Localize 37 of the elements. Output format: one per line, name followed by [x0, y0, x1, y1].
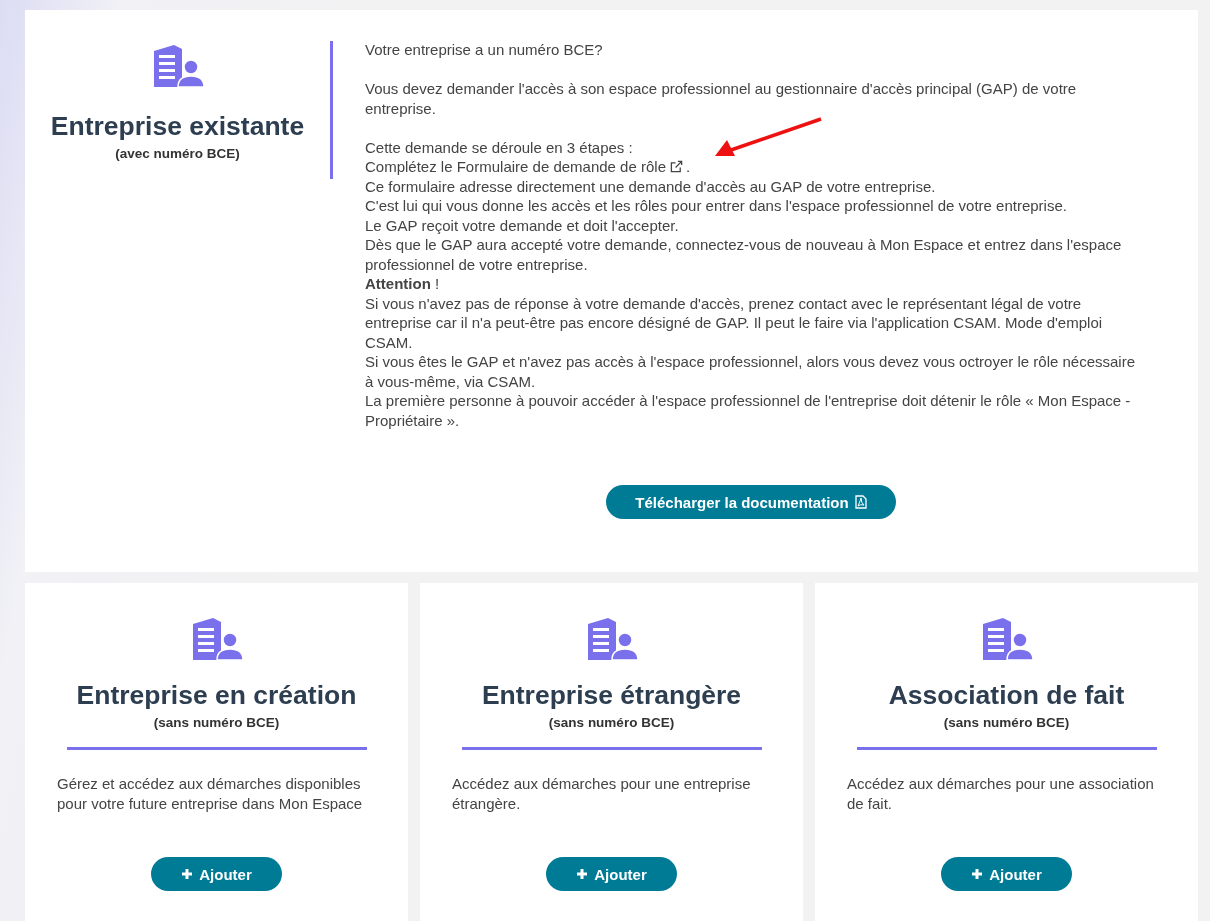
body-line: C'est lui qui vous donne les accès et les rôles pour entrer dans l'espace professionnel de votre entreprise. — [365, 196, 1068, 216]
plus-icon — [971, 868, 984, 880]
body-line: Dès que le GAP aura accepté votre demande, connectez-vous de nouveau à Mon Espace et entrez dans l'espace professionnel de votre entreprise. — [365, 235, 1123, 274]
body-line: La première personne à pouvoir accéder à l'espace professionnel de l'entreprise doit détenir le rôle « Mon Espace - Propriétaire ». — [365, 391, 1132, 430]
card-title: Entreprise étrangère — [481, 680, 742, 711]
period-text: . — [686, 157, 691, 177]
add-button[interactable]: Ajouter — [941, 857, 1072, 891]
body-line: Si vous êtes le GAP et n'avez pas accès à l'espace professionnel, alors vous devez vous octroyer le rôle nécessaire à vous-même, via CSAM. — [365, 352, 1137, 391]
card-subtitle: (avec numéro BCE) — [115, 146, 240, 161]
paragraph-text: Vous devez demander l'accès à son espace professionnel au gestionnaire d'accès principal (GAP) de votre entreprise. — [365, 79, 1078, 118]
plus-icon — [576, 868, 589, 880]
add-button[interactable]: Ajouter — [151, 857, 282, 891]
card-description: Accédez aux démarches pour une association de fait. — [846, 774, 1155, 814]
steps-heading: Cette demande se déroule en 3 étapes : — [365, 137, 634, 157]
question-text: Votre entreprise a un numéro BCE? — [365, 40, 604, 60]
building-person-icon — [151, 43, 204, 89]
external-link-icon[interactable] — [670, 160, 683, 174]
card-subtitle: (sans numéro BCE) — [548, 715, 675, 730]
add-button[interactable]: Ajouter — [546, 857, 677, 891]
card-subtitle: (sans numéro BCE) — [943, 715, 1070, 730]
building-person-icon — [980, 616, 1033, 662]
body-line: Si vous n'avez pas de réponse à votre demande d'accès, prenez contact avec le représentant légal de votre entreprise car il n'a peut-être pas encore désigné de GAP. Il peut le faire via l'application CSAM. Mode d'emploi CSAM. — [365, 293, 1104, 352]
card-description: Accédez aux démarches pour une entreprise étrangère. — [451, 774, 752, 814]
building-person-icon — [190, 616, 243, 662]
card-title: Entreprise existante — [50, 111, 305, 142]
body-line: Ce formulaire adresse directement une demande d'accès au GAP de votre entreprise. — [365, 176, 937, 196]
card-title: Entreprise en création — [76, 680, 357, 711]
card-title: Association de fait — [888, 680, 1125, 711]
plus-icon — [181, 868, 194, 880]
body-line: Le GAP reçoit votre demande et doit l'accepter. — [365, 215, 680, 235]
pdf-icon — [854, 495, 867, 509]
card-description: Gérez et accédez aux démarches disponibles pour votre future entreprise dans Mon Espace — [56, 774, 364, 814]
card-subtitle: (sans numéro BCE) — [153, 715, 280, 730]
download-button[interactable]: Télécharger la documentation — [606, 485, 896, 519]
building-person-icon — [585, 616, 638, 662]
body-line: Attention ! — [365, 274, 441, 294]
form-link[interactable]: Complétez le Formulaire de demande de rôle — [365, 157, 666, 177]
